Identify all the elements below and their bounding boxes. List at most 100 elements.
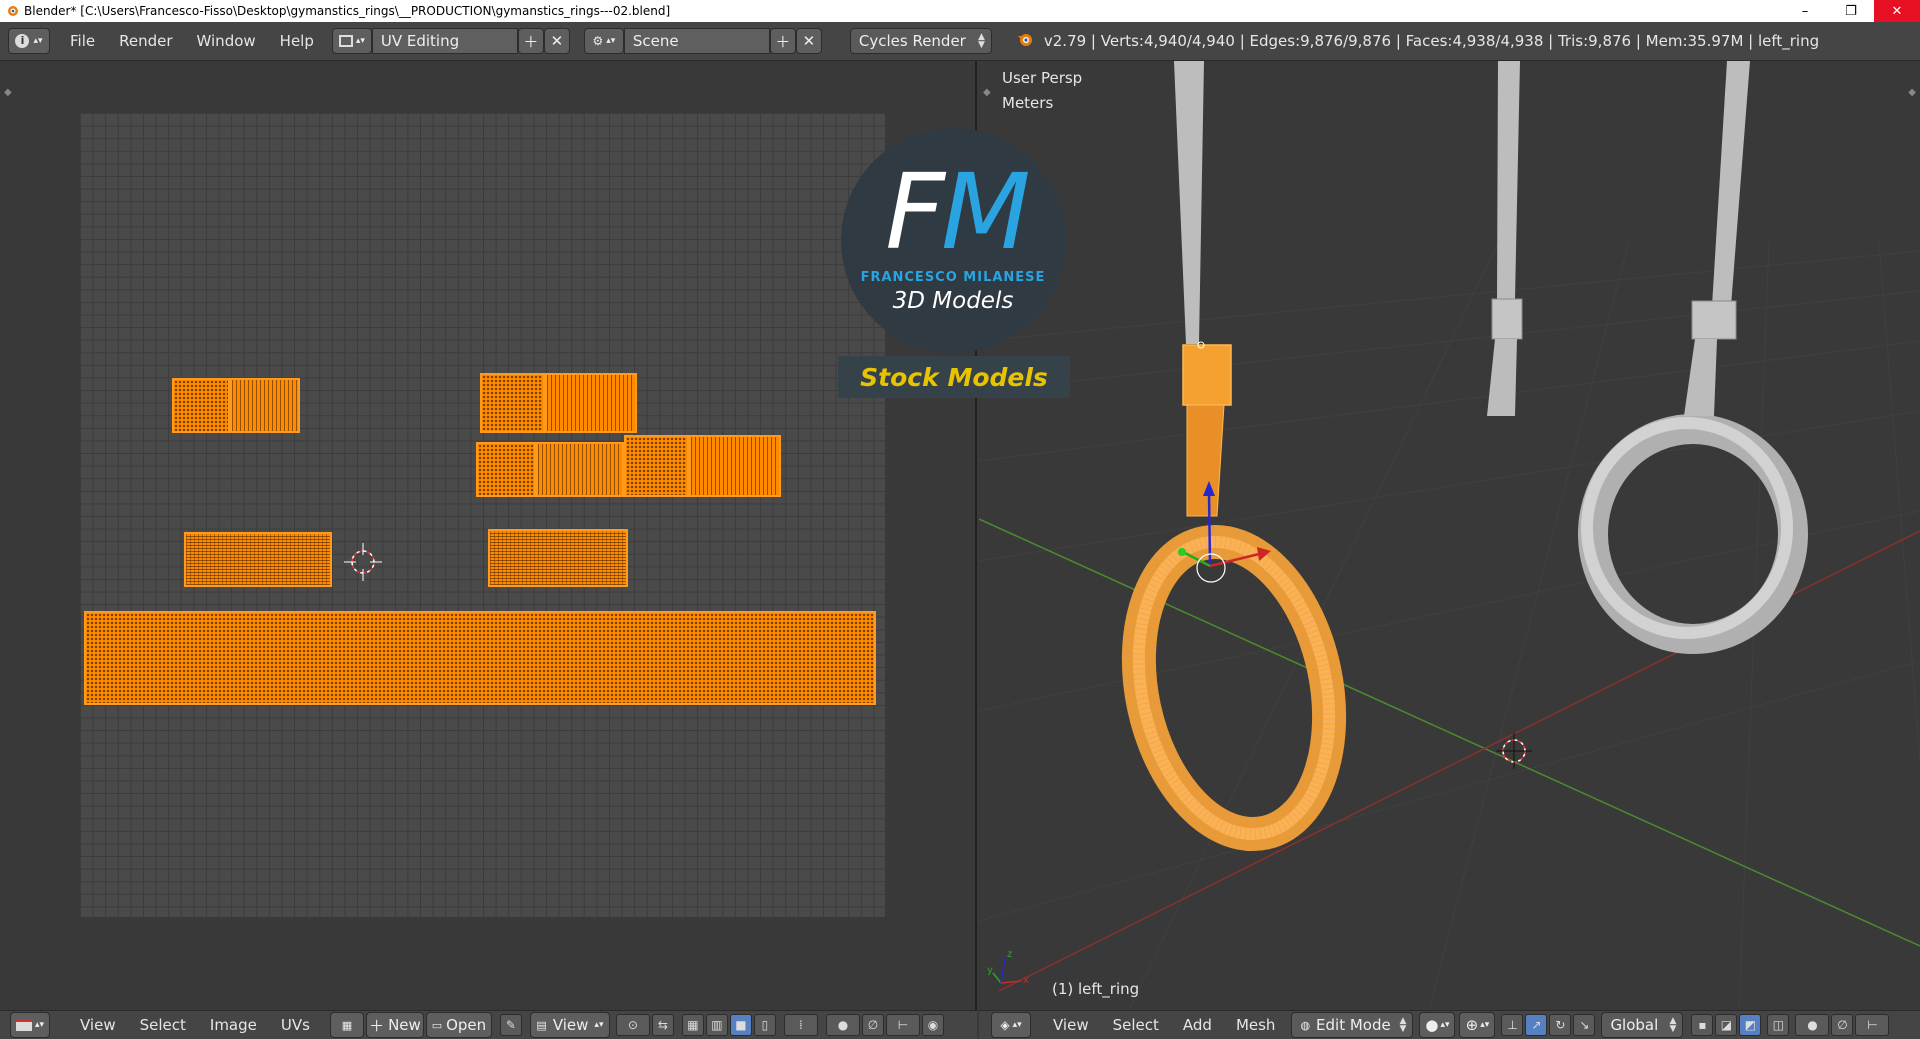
new-image-button[interactable]: ＋ New: [365, 1012, 424, 1038]
right-strap: [1684, 61, 1750, 416]
open-image-button[interactable]: ▭ Open: [425, 1012, 492, 1038]
screen-layout-browse-button[interactable]: ▴▾: [331, 28, 372, 54]
uv-island[interactable]: [536, 442, 624, 497]
right-ring-object[interactable]: [1487, 61, 1523, 416]
uv-island[interactable]: [184, 532, 332, 587]
menu-mesh[interactable]: Mesh: [1224, 1016, 1288, 1034]
scene-browse-button[interactable]: ⚙ ▴▾: [583, 28, 624, 54]
menu-help[interactable]: Help: [268, 32, 326, 50]
watermark-name: FRANCESCO MILANESE: [860, 270, 1046, 285]
menu-select[interactable]: Select: [128, 1016, 198, 1034]
snap-target-icon[interactable]: ⊢: [885, 1014, 920, 1036]
occlude-geometry-icon[interactable]: ◫: [1767, 1014, 1790, 1036]
screen-layout-field[interactable]: UV Editing: [371, 28, 518, 54]
render-engine-label: Cycles Render: [858, 32, 966, 50]
mode-dropdown[interactable]: ◍ Edit Mode ▲ ▼: [1291, 1012, 1414, 1038]
watermark-subtitle: 3D Models: [892, 288, 1014, 314]
pivot-icon[interactable]: ⊙: [615, 1014, 650, 1036]
editor-type-info-button[interactable]: i ▴▾: [8, 28, 50, 54]
active-object-label: (1) left_ring: [1052, 980, 1140, 998]
3d-viewport[interactable]: z y x ◆ ◆ User Persp Meters (1) left_rin…: [979, 61, 1920, 1010]
3d-cursor-icon[interactable]: [1496, 733, 1532, 769]
right-ring-torus[interactable]: [1578, 414, 1808, 654]
3d-view-icon: ◈: [1000, 1018, 1010, 1032]
add-screen-button[interactable]: ＋: [517, 28, 544, 54]
watermark-logo: FM FRANCESCO MILANESE 3D Models Stock Mo…: [838, 128, 1070, 398]
snap-icon[interactable]: ∅: [1831, 1014, 1854, 1036]
manipulator-toggle-icon[interactable]: ⊥: [1501, 1014, 1524, 1036]
edge-select-icon[interactable]: ▥: [705, 1014, 728, 1036]
pin-icon[interactable]: ✎: [499, 1014, 522, 1036]
orientation-dropdown[interactable]: Global ▲ ▼: [1601, 1012, 1684, 1038]
scale-manipulator-icon[interactable]: ↘: [1573, 1014, 1596, 1036]
sticky-selection-icon[interactable]: ⁞: [783, 1014, 818, 1036]
scene-statistics: v2.79 | Verts:4,940/4,940 | Edges:9,876/…: [1043, 32, 1820, 50]
menu-file[interactable]: File: [58, 32, 107, 50]
rotate-manipulator-icon[interactable]: ↻: [1549, 1014, 1572, 1036]
translate-manipulator-icon[interactable]: ↗: [1525, 1014, 1548, 1036]
island-select-icon[interactable]: ▯: [753, 1014, 776, 1036]
image-editor-icon: [15, 1019, 32, 1031]
vertex-select-icon[interactable]: ▪: [1691, 1014, 1714, 1036]
updown-arrows-icon: ▲ ▼: [977, 32, 985, 50]
sync-selection-icon[interactable]: ⇆: [651, 1014, 674, 1036]
snap-target-icon[interactable]: ⊢: [1855, 1014, 1890, 1036]
view-name: User Persp: [1002, 69, 1083, 87]
view-mode-dropdown[interactable]: ▤ View ▴▾: [529, 1012, 610, 1038]
editor-type-button[interactable]: ▴▾: [10, 1012, 50, 1038]
shading-dropdown[interactable]: ● ▴▾: [1419, 1012, 1456, 1038]
proportional-edit-icon[interactable]: ●: [1795, 1014, 1830, 1036]
uv-island[interactable]: [84, 611, 876, 705]
region-toggle-arrow-icon[interactable]: ◆: [983, 87, 991, 98]
close-button[interactable]: ✕: [1874, 0, 1920, 22]
region-toggle-arrow-icon[interactable]: ◆: [1908, 87, 1916, 98]
updown-arrows-icon: ▲ ▼: [1399, 1016, 1407, 1034]
left-ring-object[interactable]: [1113, 61, 1355, 852]
uv-2d-cursor-icon[interactable]: [342, 541, 384, 583]
overlay-icon[interactable]: ◉: [921, 1014, 944, 1036]
pivot-icon: ⊕: [1465, 1016, 1479, 1034]
uv-island[interactable]: [689, 435, 781, 497]
editor-type-button[interactable]: ◈ ▴▾: [991, 1012, 1031, 1038]
plus-icon: ＋: [775, 32, 791, 51]
minimize-button[interactable]: –: [1782, 0, 1828, 22]
3d-viewport-header: ◈ ▴▾ View Select Add Mesh ◍ Edit Mode ▲ ▼…: [979, 1010, 1920, 1039]
vertex-select-icon[interactable]: ▦: [681, 1014, 704, 1036]
watermark-initials: FM: [885, 151, 1031, 273]
viewport-scene[interactable]: z y x: [979, 61, 1920, 1010]
menu-view[interactable]: View: [68, 1016, 128, 1034]
image-browse-button[interactable]: ▦: [329, 1012, 364, 1038]
menu-view[interactable]: View: [1041, 1016, 1101, 1034]
uv-island[interactable]: [230, 378, 300, 433]
render-engine-dropdown[interactable]: Cycles Render ▲ ▼: [849, 28, 992, 54]
scene-field[interactable]: Scene: [623, 28, 770, 54]
menu-add[interactable]: Add: [1171, 1016, 1224, 1034]
add-scene-button[interactable]: ＋: [769, 28, 796, 54]
snap-icon[interactable]: ∅: [861, 1014, 884, 1036]
uv-island[interactable]: [488, 529, 628, 587]
uv-island[interactable]: [172, 378, 230, 433]
uv-island[interactable]: [624, 435, 689, 497]
svg-text:y: y: [987, 965, 993, 976]
uv-image-editor[interactable]: ◆: [0, 61, 977, 1010]
screen-layout-icon: [338, 35, 353, 47]
menu-image[interactable]: Image: [198, 1016, 269, 1034]
menu-uvs[interactable]: UVs: [269, 1016, 322, 1034]
delete-screen-button[interactable]: ✕: [543, 28, 570, 54]
menu-window[interactable]: Window: [185, 32, 268, 50]
edge-select-icon[interactable]: ◪: [1715, 1014, 1738, 1036]
pivot-dropdown[interactable]: ⊕ ▴▾: [1459, 1012, 1496, 1038]
face-select-icon[interactable]: ■: [729, 1014, 752, 1036]
menu-select[interactable]: Select: [1101, 1016, 1171, 1034]
updown-arrows-icon: ▲ ▼: [1669, 1016, 1677, 1034]
uv-island[interactable]: [480, 373, 545, 433]
uv-island[interactable]: [476, 442, 536, 497]
uv-grid[interactable]: [80, 113, 885, 917]
face-select-icon[interactable]: ◩: [1739, 1014, 1762, 1036]
uv-island[interactable]: [545, 373, 637, 433]
proportional-edit-icon[interactable]: ●: [825, 1014, 860, 1036]
menu-render[interactable]: Render: [107, 32, 184, 50]
delete-scene-button[interactable]: ✕: [795, 28, 822, 54]
region-toggle-arrow-icon[interactable]: ◆: [4, 87, 12, 98]
restore-button[interactable]: ❐: [1828, 0, 1874, 22]
